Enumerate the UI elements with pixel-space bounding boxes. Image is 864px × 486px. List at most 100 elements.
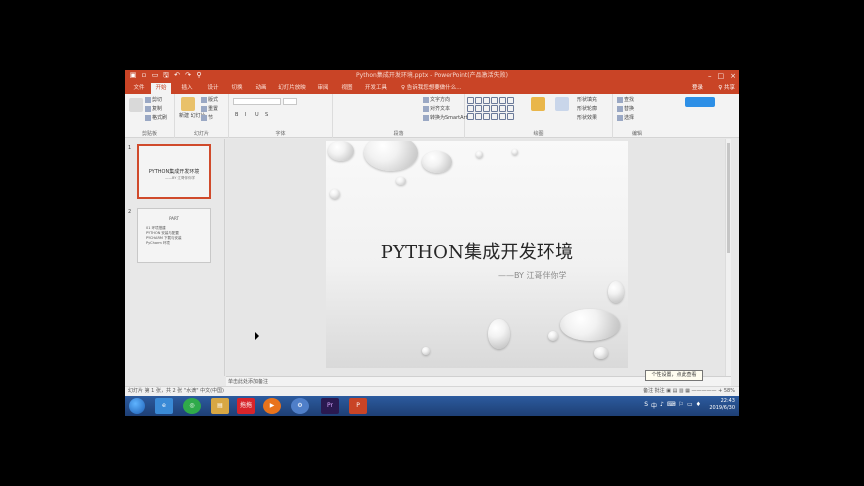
tray-icon[interactable]: S <box>644 401 648 410</box>
thumbnail-number-1: 1 <box>128 145 132 151</box>
tab-transitions[interactable]: 切换 <box>227 83 247 94</box>
bold-button[interactable]: B <box>235 111 238 119</box>
scrollbar-thumb[interactable] <box>727 143 730 253</box>
format-painter-button[interactable]: 格式刷 <box>145 114 167 122</box>
tab-design[interactable]: 设计 <box>203 83 223 94</box>
tray-icon[interactable]: ♪ <box>660 401 664 410</box>
tell-me-search[interactable]: ♀ 告诉我您想要做什么... <box>401 83 462 94</box>
water-drop <box>422 151 452 173</box>
status-right[interactable]: 备注 批注 ▣ ▤ ▥ ▦ ————— + 58% <box>643 387 735 396</box>
clock-date: 2019/6/30 <box>709 405 735 411</box>
font-group: B I U S 字体 <box>229 94 333 138</box>
taskbar-powerpoint[interactable]: P <box>349 398 367 414</box>
paste-icon[interactable] <box>129 98 143 112</box>
cut-button[interactable]: 剪切 <box>145 96 162 104</box>
shape-outline-button[interactable]: 形状轮廓 <box>577 105 597 113</box>
slide-thumbnail-1[interactable]: PYTHON集成开发环境 ——BY 江哥伴你学 <box>137 144 211 199</box>
font-name-dropdown[interactable] <box>233 98 281 105</box>
thumbnail-subtitle: ——BY 江哥伴你学 <box>165 176 195 180</box>
slides-label: 幻灯片 <box>193 131 209 137</box>
slide-subtitle[interactable]: ——BY 江哥伴你学 <box>498 270 566 281</box>
paragraph-label: 段落 <box>393 131 404 137</box>
vertical-scrollbar[interactable] <box>725 139 731 376</box>
water-drop <box>548 331 558 341</box>
new-slide-icon[interactable] <box>181 97 195 111</box>
taskbar-360[interactable]: ◎ <box>183 398 201 414</box>
tab-developer[interactable]: 开发工具 <box>361 83 391 94</box>
quick-styles-icon[interactable] <box>555 97 569 111</box>
italic-button[interactable]: I <box>245 111 246 119</box>
taskbar-premiere[interactable]: Pr <box>321 398 339 414</box>
tab-insert[interactable]: 插入 <box>177 83 197 94</box>
mouse-cursor-icon <box>255 332 259 340</box>
status-left: 幻灯片 第 1 张，共 2 张 "水滴" 中文(中国) <box>128 388 224 394</box>
status-bar: 幻灯片 第 1 张，共 2 张 "水滴" 中文(中国) 备注 批注 ▣ ▤ ▥ … <box>125 386 739 396</box>
sign-in-link[interactable]: 登录 <box>692 83 703 94</box>
clock-time: 22:43 <box>720 398 735 404</box>
copy-button[interactable]: 复制 <box>145 105 162 113</box>
section-button[interactable]: 节 <box>201 114 213 122</box>
arrange-icon[interactable] <box>531 97 545 111</box>
taskbar-app-blue[interactable]: ⚙ <box>291 398 309 414</box>
find-button[interactable]: 查找 <box>617 96 634 104</box>
window-controls: – □ × <box>708 71 736 81</box>
smartart-icon <box>423 114 429 121</box>
clipboard-label: 剪贴板 <box>141 131 157 137</box>
clipboard-group: 剪切 复制 格式刷 剪贴板 <box>125 94 175 138</box>
slide-thumbnails-pane: 1 PYTHON集成开发环境 ——BY 江哥伴你学 2 PART 01 环境搭建… <box>125 139 225 376</box>
ribbon: 剪切 复制 格式刷 剪贴板 新建 幻灯片 版式 重置 节 幻灯片 B I U S… <box>125 94 739 138</box>
water-drop <box>476 151 483 158</box>
tray-icon[interactable]: ♦ <box>696 401 701 410</box>
strikethrough-button[interactable]: S <box>265 111 268 119</box>
tab-animations[interactable]: 动画 <box>251 83 271 94</box>
align-text-icon <box>423 105 429 112</box>
tab-slideshow[interactable]: 幻灯片放映 <box>275 83 309 94</box>
tab-review[interactable]: 审阅 <box>313 83 333 94</box>
drawing-label: 绘图 <box>533 131 544 137</box>
ribbon-tabs: 文件 开始 插入 设计 切换 动画 幻灯片放映 审阅 视图 开发工具 ♀ 告诉我… <box>125 82 739 94</box>
slide-title[interactable]: PYTHON集成开发环境 <box>326 238 628 264</box>
text-direction-button[interactable]: 文字方向 <box>423 96 450 104</box>
taskbar-app-red[interactable]: 拖拖 <box>237 398 255 414</box>
shapes-gallery[interactable] <box>467 97 514 120</box>
taskbar-ie[interactable]: e <box>155 398 173 414</box>
layout-button[interactable]: 版式 <box>201 96 218 104</box>
replace-button[interactable]: 替换 <box>617 105 634 113</box>
water-drop <box>328 141 354 161</box>
select-button[interactable]: 选择 <box>617 114 634 122</box>
share-button[interactable]: ♀ 共享 <box>718 83 735 94</box>
tab-home[interactable]: 开始 <box>151 83 171 94</box>
start-button[interactable] <box>129 398 145 414</box>
search-icon <box>617 96 623 103</box>
system-tray: S 中 ♪ ⌨ ⚐ ▭ ♦ <box>644 401 701 410</box>
close-button[interactable]: × <box>730 71 736 81</box>
tray-icon[interactable]: ⚐ <box>679 401 684 410</box>
taskbar-explorer[interactable]: ▤ <box>211 398 229 414</box>
align-text-button[interactable]: 对齐文本 <box>423 105 450 113</box>
slide-thumbnail-2[interactable]: PART 01 环境搭建 PYTHON 安装与配置 PYCHARM 下载与安装 … <box>137 208 211 263</box>
water-drop <box>512 149 518 155</box>
title-bar: ▣ ▫ ▭ 🖫 ↶ ↷ ⚲ Python集成开发环境.pptx - PowerP… <box>125 70 739 82</box>
layout-icon <box>201 96 207 103</box>
font-size-dropdown[interactable] <box>283 98 297 105</box>
shape-effects-button[interactable]: 形状效果 <box>577 114 597 122</box>
scissors-icon <box>145 96 151 103</box>
smartart-button[interactable]: 转换为SmartArt <box>423 114 468 122</box>
water-drop <box>560 309 620 341</box>
tab-view[interactable]: 视图 <box>337 83 357 94</box>
water-drop <box>330 189 340 199</box>
cloud-upload-icon[interactable] <box>685 97 715 107</box>
underline-button[interactable]: U <box>255 111 259 119</box>
tray-icon[interactable]: ⌨ <box>667 401 676 410</box>
tray-icon[interactable]: 中 <box>651 401 657 410</box>
shape-fill-button[interactable]: 形状填充 <box>577 96 597 104</box>
maximize-button[interactable]: □ <box>718 71 725 81</box>
water-drop <box>594 347 608 359</box>
taskbar-player[interactable]: ▶ <box>263 398 281 414</box>
minimize-button[interactable]: – <box>708 71 712 81</box>
current-slide[interactable]: PYTHON集成开发环境 ——BY 江哥伴你学 <box>326 141 628 368</box>
clock[interactable]: 22:43 2019/6/30 <box>709 398 735 412</box>
tray-icon[interactable]: ▭ <box>687 401 693 410</box>
tab-file[interactable]: 文件 <box>129 83 149 94</box>
reset-button[interactable]: 重置 <box>201 105 218 113</box>
